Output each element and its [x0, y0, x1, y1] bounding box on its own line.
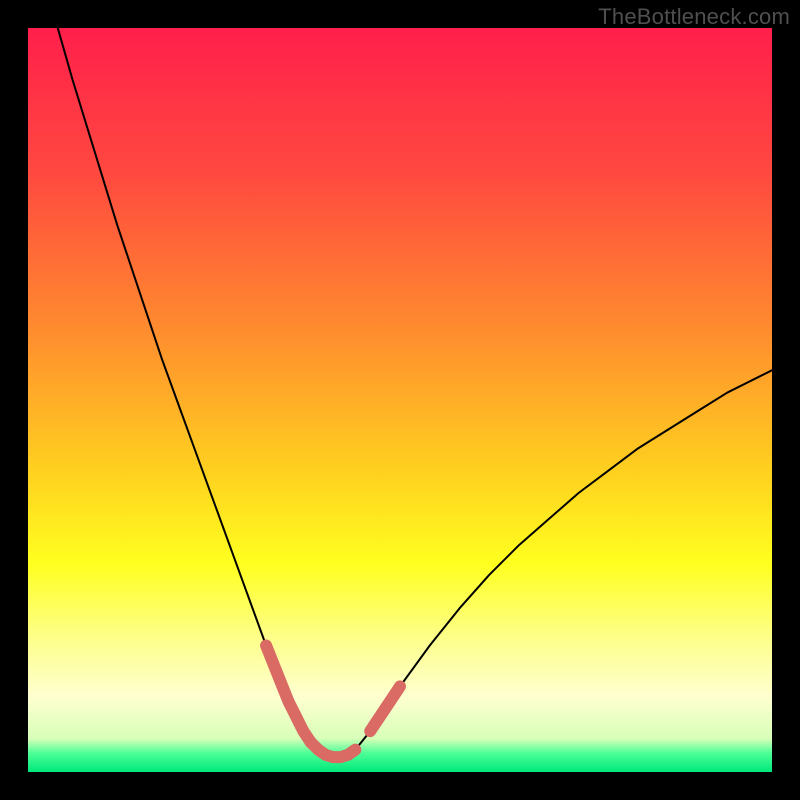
bottleneck-chart — [28, 28, 772, 772]
chart-frame: TheBottleneck.com — [0, 0, 800, 800]
plot-area — [28, 28, 772, 772]
watermark-text: TheBottleneck.com — [598, 4, 790, 30]
gradient-background — [28, 28, 772, 772]
